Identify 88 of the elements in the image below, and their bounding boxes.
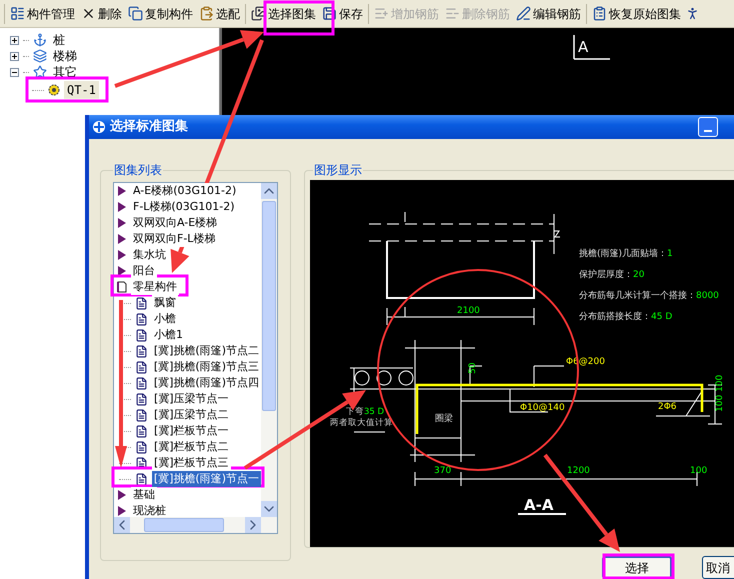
- list-item[interactable]: 双网双向A-E楼梯: [131, 214, 220, 232]
- toolbar-button[interactable]: 构件管理: [8, 2, 77, 26]
- window-title: 选择标准图集: [110, 118, 188, 136]
- document-icon: [135, 456, 148, 470]
- document-icon: [134, 344, 148, 358]
- document-icon: [135, 392, 148, 406]
- section-label: A: [578, 37, 588, 58]
- list-icon: [10, 6, 25, 21]
- minimize-icon: [704, 130, 712, 132]
- list-item[interactable]: 阳台: [131, 262, 157, 280]
- toolbar-button[interactable]: 恢复原始图集: [590, 2, 683, 26]
- dimension-label: 50: [468, 362, 478, 374]
- list-item[interactable]: 现浇桩: [131, 502, 168, 517]
- clipboard-list-icon: [592, 6, 607, 21]
- parameter-label: 保护层厚度：20: [579, 270, 644, 280]
- list-item[interactable]: [冀]挑檐(雨篷)节点一: [152, 470, 261, 488]
- clipboard-icon: [199, 6, 214, 21]
- document-icon: [135, 408, 148, 422]
- tree-item[interactable]: 楼梯: [51, 47, 79, 65]
- note-label: 两者取大值计算: [330, 418, 393, 428]
- triangle-icon: [117, 233, 127, 245]
- save-icon: [322, 6, 337, 21]
- list-item[interactable]: 双网双向F-L楼梯: [131, 230, 218, 248]
- toolbar-button[interactable]: 选择图集: [249, 2, 318, 26]
- scroll-right-icon[interactable]: [245, 517, 261, 533]
- document-icon: [134, 360, 148, 374]
- dimension-label: 100: [690, 466, 708, 476]
- triangle-icon: [117, 249, 127, 261]
- delete-icon: [81, 6, 96, 21]
- dimension-label: 1200: [567, 466, 590, 476]
- list-plus-icon: [374, 6, 389, 21]
- list-minus-icon: [445, 6, 460, 21]
- gear-icon: [48, 84, 60, 96]
- dimension-label: 2100: [457, 306, 480, 316]
- document-icon: [134, 472, 148, 486]
- rebar-label: Φ10@140: [520, 403, 565, 413]
- beam-label: 圈梁: [435, 414, 453, 424]
- collapse-toggle[interactable]: [10, 68, 19, 76]
- document-icon: [135, 296, 148, 310]
- horizontal-scrollbar[interactable]: [114, 517, 277, 533]
- vertical-scrollbar[interactable]: [261, 183, 277, 517]
- list-item[interactable]: [冀]栏板节点三: [152, 454, 231, 472]
- tree-item[interactable]: QT-1: [64, 81, 99, 99]
- dimension-label: 100: [715, 374, 725, 392]
- triangle-icon: [117, 489, 127, 501]
- dialog-button[interactable]: 取消: [702, 556, 734, 579]
- parameter-label: 分布筋搭接长度：45 D: [579, 312, 672, 322]
- scroll-left-icon[interactable]: [114, 517, 130, 533]
- list-item[interactable]: A-E楼梯(03G101-2): [131, 183, 238, 200]
- highlight-frame: [602, 554, 674, 579]
- rebar-label: 2Φ6: [658, 402, 677, 412]
- minimize-button[interactable]: [698, 117, 718, 137]
- document-icon: [135, 424, 148, 438]
- parameter-label: 分布筋每几米计算一个搭接：8000: [579, 291, 719, 301]
- section-title: A-A: [524, 496, 554, 514]
- dimension-label: 100: [715, 394, 725, 412]
- triangle-icon: [117, 505, 127, 517]
- figure-icon[interactable]: [685, 6, 700, 21]
- list-item[interactable]: F-L楼梯(03G101-2): [131, 198, 236, 216]
- triangle-icon: [117, 265, 127, 277]
- copy-icon: [128, 6, 143, 21]
- group-label: 图集列表: [113, 162, 163, 179]
- list-item[interactable]: 零星构件: [131, 278, 179, 296]
- toolbar-button[interactable]: 复制构件: [126, 2, 195, 26]
- document-icon: [135, 328, 148, 342]
- expand-toggle[interactable]: [10, 52, 19, 60]
- document-icon: [135, 440, 148, 454]
- triangle-icon: [117, 201, 127, 213]
- images-icon: [251, 6, 266, 21]
- toolbar-button[interactable]: 删除: [79, 2, 124, 26]
- dimension-label: 370: [434, 466, 452, 476]
- scroll-up-icon[interactable]: [261, 183, 277, 199]
- toolbar-button[interactable]: 选配: [197, 2, 242, 26]
- document-icon: [135, 312, 148, 326]
- toolbar-button[interactable]: 保存: [320, 2, 365, 26]
- group-label: 图形显示: [313, 162, 363, 179]
- highlight-frame: [264, 0, 334, 36]
- star-icon: [33, 65, 47, 79]
- toolbar-button[interactable]: 编辑钢筋: [514, 2, 583, 26]
- triangle-icon: [117, 185, 127, 197]
- document-icon: [134, 376, 148, 390]
- expand-toggle[interactable]: [10, 36, 19, 44]
- parameter-label: 挑檐(雨篷)几面贴墙：1: [579, 249, 673, 259]
- pen-icon: [516, 6, 531, 21]
- scroll-down-icon[interactable]: [261, 501, 277, 517]
- triangle-icon: [117, 217, 127, 229]
- tree-item[interactable]: 桩: [51, 31, 67, 49]
- page-icon: [117, 281, 127, 293]
